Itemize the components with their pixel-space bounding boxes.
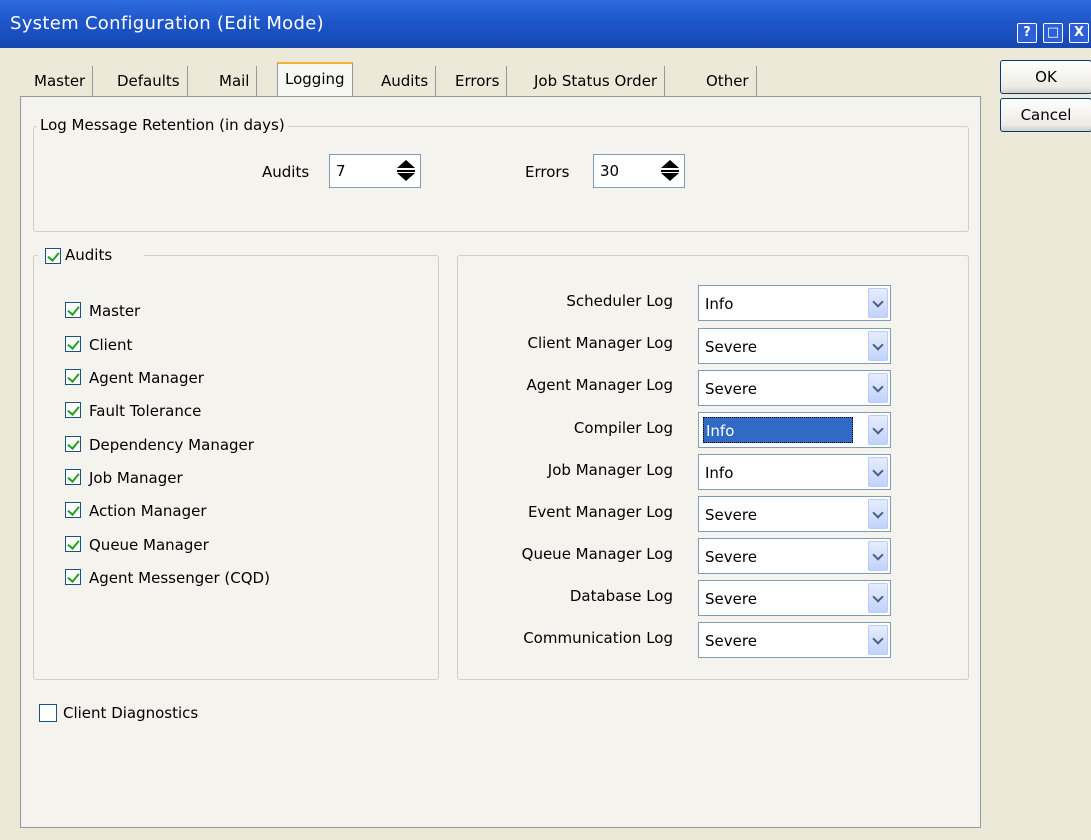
spin-arrows-icon[interactable] <box>659 158 681 184</box>
close-button[interactable]: X <box>1069 23 1089 43</box>
tab-mail[interactable]: Mail <box>212 66 258 96</box>
chevron-down-icon[interactable] <box>868 625 888 655</box>
job-manager-log-label: Job Manager Log <box>547 461 673 479</box>
retention-errors-value: 30 <box>600 162 620 180</box>
audit-action-manager-label: Action Manager <box>89 502 207 520</box>
communication-log-select[interactable]: Severe <box>698 622 891 658</box>
retention-errors-label: Errors <box>525 163 570 181</box>
retention-audits-value: 7 <box>336 162 346 180</box>
communication-log-label: Communication Log <box>523 629 673 647</box>
check-icon <box>67 570 80 583</box>
check-icon <box>47 249 60 262</box>
scheduler-log-value: Info <box>705 295 734 313</box>
job-manager-log-value: Info <box>705 464 734 482</box>
database-log-label: Database Log <box>569 587 673 605</box>
audits-group-label: Audits <box>65 246 113 264</box>
tab-logging[interactable]: Logging <box>277 62 353 100</box>
event-manager-log-value: Severe <box>705 506 757 524</box>
chevron-down-icon[interactable] <box>868 373 888 403</box>
tab-errors[interactable]: Errors <box>448 66 508 96</box>
audit-client-checkbox[interactable] <box>65 336 81 352</box>
client-manager-log-value: Severe <box>705 338 757 356</box>
check-icon <box>67 370 80 383</box>
help-button[interactable]: ? <box>1017 23 1037 43</box>
check-icon <box>67 303 80 316</box>
check-icon <box>67 503 80 516</box>
event-manager-log-select[interactable]: Severe <box>698 496 891 532</box>
ok-button[interactable]: OK <box>1000 60 1091 94</box>
audit-action-manager-checkbox[interactable] <box>65 502 81 518</box>
audit-job-manager-label: Job Manager <box>89 469 183 487</box>
audit-master-label: Master <box>89 302 141 320</box>
audit-agent-messenger-label: Agent Messenger (CQD) <box>89 569 270 587</box>
audit-queue-manager-checkbox[interactable] <box>65 536 81 552</box>
compiler-log-label: Compiler Log <box>573 419 673 437</box>
chevron-down-icon[interactable] <box>868 415 888 445</box>
chevron-down-icon[interactable] <box>868 499 888 529</box>
retention-errors-spinner[interactable]: 30 <box>593 154 685 188</box>
title-bar: System Configuration (Edit Mode) ? □ X <box>0 0 1091 48</box>
event-manager-log-label: Event Manager Log <box>527 503 673 521</box>
communication-log-value: Severe <box>705 632 757 650</box>
chevron-down-icon[interactable] <box>868 583 888 613</box>
queue-manager-log-select[interactable]: Severe <box>698 538 891 574</box>
database-log-value: Severe <box>705 590 757 608</box>
queue-manager-log-label: Queue Manager Log <box>521 545 673 563</box>
maximize-button[interactable]: □ <box>1043 23 1063 43</box>
audit-dependency-manager-checkbox[interactable] <box>65 436 81 452</box>
check-icon <box>67 470 80 483</box>
chevron-down-icon[interactable] <box>868 541 888 571</box>
audit-dependency-manager-label: Dependency Manager <box>89 436 254 454</box>
retention-group <box>33 126 969 232</box>
check-icon <box>67 403 80 416</box>
window-title: System Configuration (Edit Mode) <box>10 13 324 34</box>
audit-client-label: Client <box>89 336 133 354</box>
audit-fault-tolerance-label: Fault Tolerance <box>89 402 202 420</box>
audit-queue-manager-label: Queue Manager <box>89 536 209 554</box>
agent-manager-log-select[interactable]: Severe <box>698 370 891 406</box>
tab-audits[interactable]: Audits <box>374 66 437 96</box>
tab-job-status-order[interactable]: Job Status Order <box>527 66 666 96</box>
retention-audits-label: Audits <box>262 163 310 181</box>
agent-manager-log-label: Agent Manager Log <box>526 376 673 394</box>
client-diagnostics-label: Client Diagnostics <box>63 704 199 722</box>
audit-job-manager-checkbox[interactable] <box>65 469 81 485</box>
check-icon <box>67 437 80 450</box>
audit-agent-manager-checkbox[interactable] <box>65 369 81 385</box>
agent-manager-log-value: Severe <box>705 380 757 398</box>
audits-master-checkbox[interactable] <box>45 248 61 264</box>
database-log-select[interactable]: Severe <box>698 580 891 616</box>
client-manager-log-label: Client Manager Log <box>527 334 673 352</box>
queue-manager-log-value: Severe <box>705 548 757 566</box>
chevron-down-icon[interactable] <box>868 457 888 487</box>
audit-agent-manager-label: Agent Manager <box>89 369 204 387</box>
cancel-button[interactable]: Cancel <box>1000 98 1091 132</box>
chevron-down-icon[interactable] <box>868 288 888 318</box>
client-diagnostics-checkbox[interactable] <box>39 704 57 722</box>
audit-fault-tolerance-checkbox[interactable] <box>65 402 81 418</box>
scheduler-log-select[interactable]: Info <box>698 285 891 321</box>
spin-arrows-icon[interactable] <box>395 158 417 184</box>
audit-master-checkbox[interactable] <box>65 302 81 318</box>
tab-master[interactable]: Master <box>27 66 94 96</box>
client-manager-log-select[interactable]: Severe <box>698 328 891 364</box>
tab-defaults[interactable]: Defaults <box>110 66 188 96</box>
retention-audits-spinner[interactable]: 7 <box>329 154 421 188</box>
compiler-log-value: Info <box>703 417 853 443</box>
tab-other[interactable]: Other <box>699 66 757 96</box>
job-manager-log-select[interactable]: Info <box>698 454 891 490</box>
audit-agent-messenger-checkbox[interactable] <box>65 569 81 585</box>
retention-group-title: Log Message Retention (in days) <box>37 116 288 134</box>
chevron-down-icon[interactable] <box>868 331 888 361</box>
check-icon <box>67 537 80 550</box>
compiler-log-select[interactable]: Info <box>698 412 891 448</box>
scheduler-log-label: Scheduler Log <box>566 292 673 310</box>
check-icon <box>67 337 80 350</box>
